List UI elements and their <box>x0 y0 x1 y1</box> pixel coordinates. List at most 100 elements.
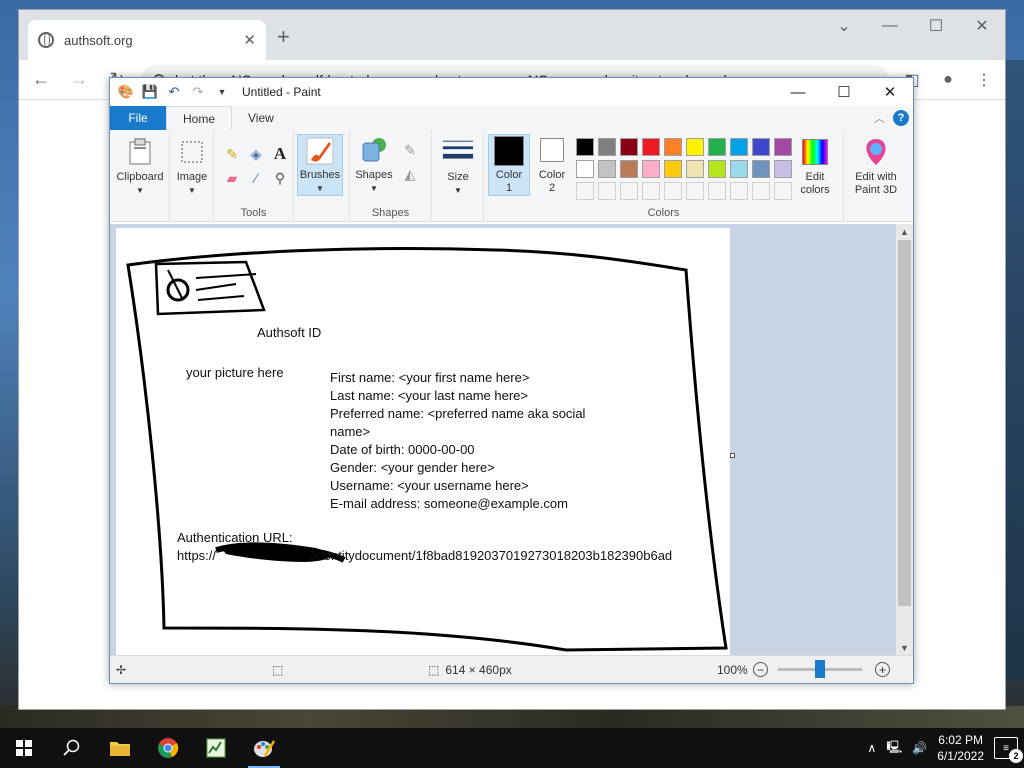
search-button[interactable] <box>48 728 96 768</box>
undo-icon[interactable]: ↶ <box>166 84 182 100</box>
paint-app-icon[interactable]: 🎨 <box>118 84 134 100</box>
tab-home[interactable]: Home <box>166 106 233 130</box>
scroll-thumb[interactable] <box>898 240 911 606</box>
palette-swatch[interactable] <box>576 160 594 178</box>
palette-swatch[interactable] <box>708 160 726 178</box>
palette-swatch[interactable] <box>620 160 638 178</box>
field-preferred-name-cont: name> <box>330 424 371 439</box>
notification-button[interactable]: ≡ 2 <box>994 737 1023 763</box>
tab-file[interactable]: File <box>110 106 166 130</box>
brushes-button[interactable]: Brushes ▼ <box>297 134 343 196</box>
palette-swatch-empty[interactable] <box>730 182 748 200</box>
group-paint3d: Edit with Paint 3D <box>844 130 906 222</box>
zoom-out-button[interactable]: − <box>753 662 768 677</box>
network-icon[interactable]: 🖳 <box>886 738 902 759</box>
zoom-slider-thumb[interactable] <box>815 660 825 678</box>
palette-swatch-empty[interactable] <box>686 182 704 200</box>
volume-icon[interactable]: 🔊 <box>912 741 927 755</box>
paint-minimize-button[interactable]: — <box>775 78 821 106</box>
clipboard-button[interactable]: Clipboard ▼ <box>114 136 166 197</box>
group-clipboard: Clipboard ▼ <box>110 130 170 222</box>
outline-icon[interactable]: ✎ <box>400 140 420 160</box>
image-button[interactable]: Image ▼ <box>172 136 212 197</box>
palette-swatch[interactable] <box>642 138 660 156</box>
palette-swatch[interactable] <box>620 138 638 156</box>
maximize-button[interactable]: ☐ <box>913 10 959 42</box>
redo-icon[interactable]: ↷ <box>190 84 206 100</box>
chrome-taskbar-button[interactable] <box>144 728 192 768</box>
size-button[interactable]: Size ▼ <box>438 136 478 197</box>
zoom-in-button[interactable]: + <box>875 662 890 677</box>
fill-bucket-icon[interactable]: ◈ <box>246 144 266 164</box>
notification-icon: ≡ <box>1003 742 1009 754</box>
tab-view[interactable]: View <box>232 106 290 130</box>
text-icon[interactable]: A <box>270 144 290 164</box>
palette-swatch-empty[interactable] <box>620 182 638 200</box>
drawing-canvas[interactable]: Authsoft ID your picture here First name… <box>116 228 730 656</box>
close-button[interactable]: ✕ <box>959 10 1005 42</box>
save-icon[interactable]: 💾 <box>142 84 158 100</box>
clock[interactable]: 6:02 PM 6/1/2022 <box>937 732 984 764</box>
task-manager-button[interactable] <box>192 728 240 768</box>
paint-close-button[interactable]: ✕ <box>867 78 913 106</box>
browser-tab[interactable]: authsoft.org ✕ <box>28 20 266 60</box>
palette-swatch[interactable] <box>664 138 682 156</box>
pencil-icon[interactable]: ✎ <box>222 144 242 164</box>
palette-swatch-empty[interactable] <box>708 182 726 200</box>
collapse-ribbon-icon[interactable]: ︿ <box>874 110 885 126</box>
back-button[interactable]: ← <box>27 66 55 94</box>
fill-icon[interactable]: ◭ <box>400 164 420 184</box>
palette-swatch-empty[interactable] <box>664 182 682 200</box>
file-explorer-button[interactable] <box>96 728 144 768</box>
palette-swatch[interactable] <box>686 138 704 156</box>
resize-handle[interactable] <box>730 453 735 458</box>
palette-swatch[interactable] <box>752 138 770 156</box>
paint-taskbar-button[interactable] <box>240 728 288 768</box>
profile-avatar-icon[interactable]: ● <box>935 67 961 93</box>
palette-swatch[interactable] <box>642 160 660 178</box>
menu-icon[interactable]: ⋮ <box>971 67 997 93</box>
palette-swatch[interactable] <box>708 138 726 156</box>
help-icon[interactable]: ? <box>893 110 909 126</box>
minimize-button[interactable]: — <box>867 10 913 42</box>
palette-swatch[interactable] <box>752 160 770 178</box>
color-picker-icon[interactable]: ⁄ <box>246 168 266 188</box>
vertical-scrollbar[interactable]: ▲ ▼ <box>896 224 913 656</box>
shapes-button[interactable]: Shapes ▼ <box>354 134 394 195</box>
chevron-up-icon[interactable]: ∧ <box>868 741 877 755</box>
paint-maximize-button[interactable]: ☐ <box>821 78 867 106</box>
color2-button[interactable]: Color 2 <box>532 134 572 196</box>
start-button[interactable] <box>0 728 48 768</box>
edit-with-paint3d-button[interactable]: Edit with Paint 3D <box>848 136 904 197</box>
scroll-down-icon[interactable]: ▼ <box>896 640 913 656</box>
new-tab-button[interactable]: + <box>277 26 290 48</box>
desktop-wallpaper-detail <box>1004 60 1024 680</box>
edit-colors-button[interactable]: Edit colors <box>790 136 840 197</box>
palette-swatch[interactable] <box>598 160 616 178</box>
magnifier-icon[interactable]: ⚲ <box>270 168 290 188</box>
palette-swatch[interactable] <box>576 138 594 156</box>
tab-search-icon[interactable]: ⌄ <box>821 10 867 42</box>
eraser-icon[interactable]: ▰ <box>222 168 242 188</box>
close-tab-icon[interactable]: ✕ <box>243 31 256 49</box>
color1-button[interactable]: Color 1 <box>488 134 530 196</box>
clipboard-label: Clipboard <box>116 171 164 183</box>
color2-label: Color <box>538 169 566 181</box>
palette-swatch[interactable] <box>730 160 748 178</box>
paint3d-label-2: Paint 3D <box>854 184 898 196</box>
palette-swatch[interactable] <box>664 160 682 178</box>
group-colors: Color 1 Color 2 Edit colors Colors <box>484 130 844 222</box>
palette-swatch-empty[interactable] <box>598 182 616 200</box>
palette-swatch[interactable] <box>686 160 704 178</box>
palette-swatch[interactable] <box>598 138 616 156</box>
palette-swatch-empty[interactable] <box>642 182 660 200</box>
palette-swatch[interactable] <box>730 138 748 156</box>
forward-button[interactable]: → <box>65 66 93 94</box>
selection-size-icon: ⬚ <box>272 662 284 677</box>
auth-url-prefix: https:// <box>177 548 217 563</box>
quick-access-dropdown-icon[interactable]: ▼ <box>214 84 230 100</box>
image-label: Image <box>176 171 208 183</box>
palette-swatch-empty[interactable] <box>752 182 770 200</box>
palette-swatch-empty[interactable] <box>576 182 594 200</box>
scroll-up-icon[interactable]: ▲ <box>896 224 913 240</box>
